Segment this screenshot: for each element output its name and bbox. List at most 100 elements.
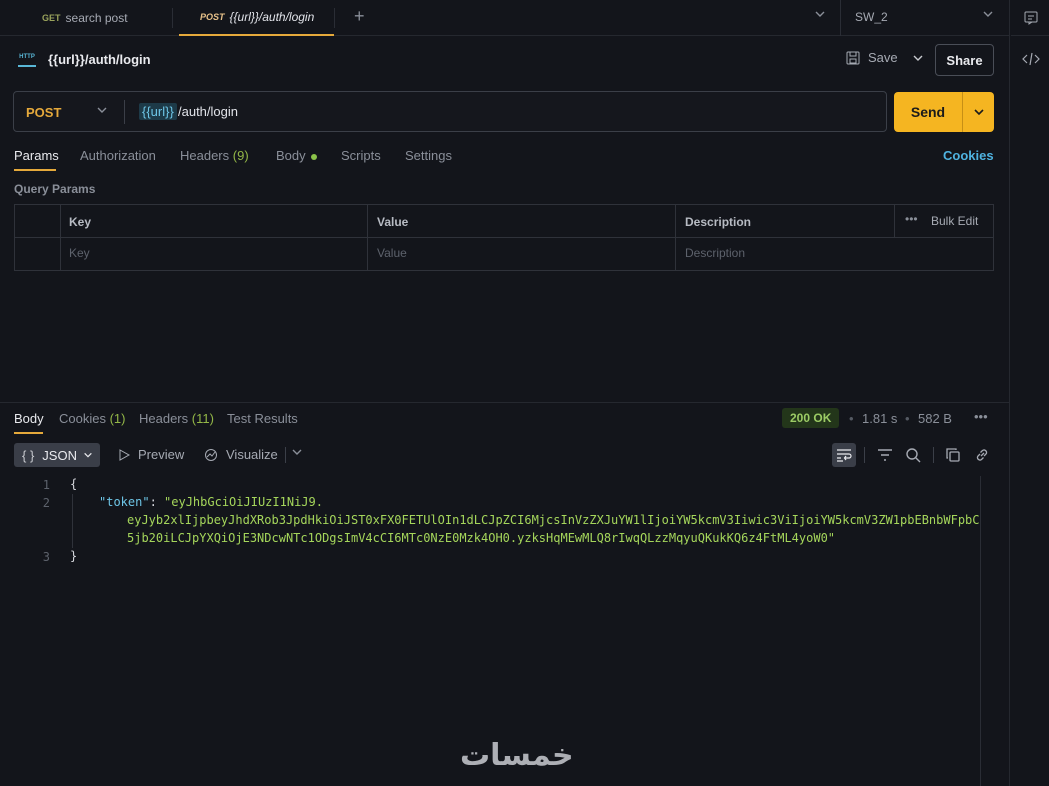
response-tab-headers[interactable]: Headers (11)	[139, 411, 214, 426]
format-label: JSON	[42, 447, 77, 463]
environment-quick-look-icon[interactable]	[1011, 0, 1049, 36]
tab-label: search post	[65, 11, 128, 25]
response-tab-cookies[interactable]: Cookies (1)	[59, 411, 125, 426]
request-title[interactable]: {{url}}/auth/login	[48, 52, 151, 67]
column-header-value: Value	[377, 215, 409, 229]
line-number: 1	[42, 478, 50, 492]
separator-dot: •	[849, 411, 854, 426]
code-scrollbar[interactable]	[980, 476, 981, 786]
tab-settings[interactable]: Settings	[405, 148, 452, 163]
tab-auth-login[interactable]: POST {{url}}/auth/login	[179, 0, 334, 36]
json-open-brace: {	[70, 477, 78, 491]
json-string-value: "eyJhbGciOiJIUzI1NiJ9.	[164, 495, 323, 509]
url-bar: POST {{url}} /auth/login	[13, 91, 887, 132]
column-header-key: Key	[69, 215, 92, 229]
search-icon[interactable]	[904, 446, 922, 464]
response-tab-body[interactable]: Body	[14, 411, 44, 426]
visualize-icon	[205, 448, 217, 461]
param-key-input[interactable]: Key	[69, 246, 90, 260]
toolbar-divider	[933, 447, 934, 463]
tab-divider	[172, 8, 173, 28]
tab-params[interactable]: Params	[14, 148, 59, 163]
save-options-chevron-icon	[913, 55, 923, 61]
active-tab-indicator	[14, 169, 56, 171]
code-snippet-icon[interactable]	[1022, 52, 1040, 69]
body-modified-dot	[310, 153, 317, 160]
more-options-icon[interactable]: •••	[905, 212, 918, 226]
new-tab-plus-icon[interactable]: +	[354, 6, 365, 27]
headers-count: (9)	[232, 148, 249, 163]
table-col-divider	[60, 205, 61, 270]
tabs-dropdown-chevron-icon[interactable]	[814, 8, 826, 23]
json-string-continuation: eyJyb2xlIjpbeyJhdXRob3JpdHkiOiJST0xFX0FE…	[127, 513, 980, 527]
visualize-label: Visualize	[226, 447, 278, 462]
tab-headers[interactable]: Headers (9)	[180, 148, 249, 163]
table-row-divider	[15, 237, 993, 238]
table-col-divider	[367, 205, 368, 270]
toolbar-divider	[864, 447, 865, 463]
request-tab-bar: GET search post POST {{url}}/auth/login …	[0, 0, 1009, 36]
format-chevron-icon	[84, 452, 92, 458]
filter-icon[interactable]	[876, 446, 894, 464]
send-button[interactable]: Send	[894, 92, 962, 132]
tab-scripts[interactable]: Scripts	[341, 148, 381, 163]
cookies-link[interactable]: Cookies	[943, 148, 994, 163]
tab-headers-label: Headers	[180, 148, 230, 163]
tab-divider	[334, 8, 335, 28]
http-method-select[interactable]: POST	[26, 105, 61, 120]
active-tab-indicator	[14, 432, 43, 434]
param-value-input[interactable]: Value	[377, 246, 407, 260]
response-size[interactable]: 582 B	[918, 411, 952, 426]
tab-search-post[interactable]: GET search post	[42, 0, 172, 36]
status-badge[interactable]: 200 OK	[782, 408, 840, 428]
separator-dot: •	[905, 411, 910, 426]
play-icon	[119, 448, 130, 461]
response-cookies-count: (1)	[109, 411, 126, 426]
braces-icon: { }	[22, 447, 35, 463]
param-description-input[interactable]: Description	[685, 246, 745, 260]
table-col-divider	[894, 205, 895, 237]
response-tab-test-results[interactable]: Test Results	[227, 411, 298, 426]
save-icon	[846, 51, 860, 64]
line-number: 3	[42, 550, 50, 564]
send-options-chevron-icon[interactable]	[962, 92, 994, 132]
environment-selector[interactable]: SW_2	[855, 10, 888, 24]
watermark-logo: خمسات	[460, 738, 574, 773]
wrap-lines-icon[interactable]	[832, 443, 856, 467]
tab-label: {{url}}/auth/login	[229, 10, 315, 24]
preview-label: Preview	[138, 447, 185, 462]
url-input[interactable]: /auth/login	[178, 104, 238, 119]
visualize-button[interactable]: Visualize	[204, 447, 278, 462]
save-label: Save	[868, 50, 898, 65]
response-more-icon[interactable]: •••	[974, 409, 988, 424]
environment-chevron-icon[interactable]	[982, 8, 994, 23]
bulk-edit-button[interactable]: Bulk Edit	[931, 214, 978, 228]
line-number: 2	[42, 496, 50, 510]
method-chevron-icon[interactable]	[96, 104, 108, 119]
preview-button[interactable]: Preview	[118, 447, 184, 462]
table-col-divider	[675, 205, 676, 270]
response-headers-count: (11)	[191, 411, 214, 426]
url-variable-token[interactable]: {{url}}	[139, 103, 177, 120]
json-token-line: "token": "eyJhbGciOiJIUzI1NiJ9.	[99, 495, 323, 509]
format-select[interactable]: { } JSON	[14, 443, 100, 467]
response-cookies-label: Cookies	[59, 411, 106, 426]
copy-icon[interactable]	[944, 446, 962, 464]
url-divider	[124, 100, 125, 124]
tab-method: GET	[42, 13, 61, 23]
query-params-title: Query Params	[14, 182, 96, 196]
column-header-description: Description	[685, 215, 752, 229]
share-button[interactable]: Share	[935, 44, 994, 76]
response-divider[interactable]	[0, 402, 1009, 403]
tab-authorization[interactable]: Authorization	[80, 148, 156, 163]
json-key: "token"	[99, 495, 150, 509]
link-icon[interactable]	[973, 446, 991, 464]
save-button[interactable]: Save	[846, 50, 924, 65]
response-time[interactable]: 1.81 s	[862, 411, 897, 426]
toolbar-divider	[285, 447, 286, 463]
json-string-continuation: 5jb20iLCJpYXQiOjE3NDcwNTc1ODgsImV4cCI6MT…	[127, 531, 836, 545]
json-close-brace: }	[70, 549, 78, 563]
visualize-chevron-icon[interactable]	[291, 446, 303, 461]
http-request-icon: HTTP	[18, 52, 36, 67]
tab-body[interactable]: Body	[276, 148, 317, 163]
